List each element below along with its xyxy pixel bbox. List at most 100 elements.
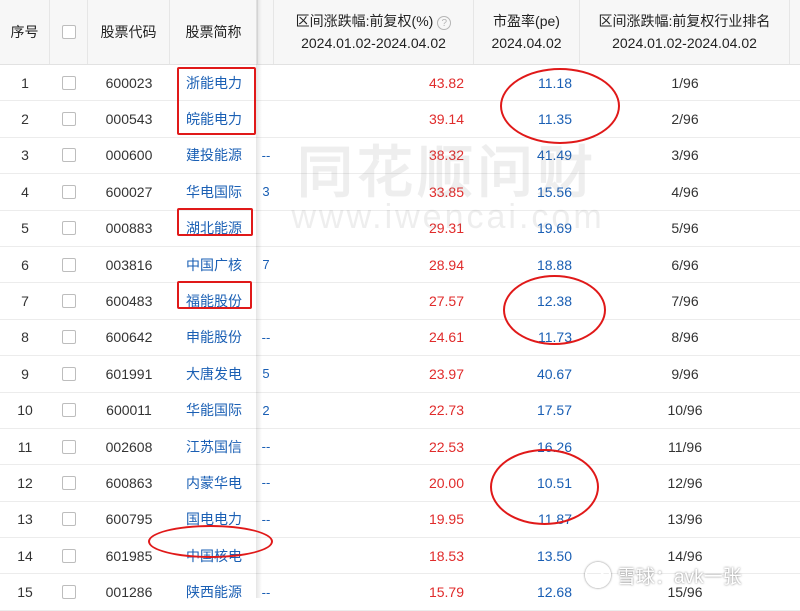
- table-row[interactable]: 2 000543 皖能电力 39.14 11.35 2/96: [0, 101, 800, 138]
- stock-name-cell[interactable]: 陕西能源: [170, 574, 258, 609]
- stock-name-cell[interactable]: 内蒙华电: [170, 465, 258, 500]
- header-rank[interactable]: 区间涨跌幅:前复权行业排名 2024.01.02-2024.04.02: [580, 0, 790, 64]
- stock-name-link[interactable]: 申能股份: [186, 327, 242, 347]
- table-row[interactable]: 5 000883 湖北能源 29.31 19.69 5/96: [0, 211, 800, 247]
- row-checkbox[interactable]: [62, 112, 76, 127]
- pe-ratio-link[interactable]: 11.87: [538, 511, 572, 527]
- table-row[interactable]: 9 601991 大唐发电 5 23.97 40.67 9/96: [0, 356, 800, 393]
- row-select[interactable]: [50, 502, 88, 537]
- table-row[interactable]: 8 600642 申能股份 -- 24.61 11.73 8/96: [0, 320, 800, 357]
- stock-name-cell[interactable]: 皖能电力: [170, 101, 258, 136]
- stock-name-cell[interactable]: 国电电力: [170, 502, 258, 537]
- header-code[interactable]: 股票代码: [88, 0, 170, 64]
- row-checkbox[interactable]: [62, 257, 76, 272]
- pe-ratio-link[interactable]: 11.18: [538, 75, 572, 91]
- table-row[interactable]: 12 600863 内蒙华电 -- 20.00 10.51 12/96: [0, 465, 800, 502]
- stock-name-cell[interactable]: 申能股份: [170, 320, 258, 355]
- stock-name-link[interactable]: 陕西能源: [186, 582, 242, 602]
- pe-ratio-link[interactable]: 41.49: [537, 147, 572, 163]
- pe-ratio-link[interactable]: 11.35: [538, 111, 572, 127]
- pe-ratio[interactable]: 18.88: [474, 247, 580, 282]
- row-select[interactable]: [50, 138, 88, 173]
- pe-ratio[interactable]: 10.51: [474, 465, 580, 500]
- pe-ratio[interactable]: 15.56: [474, 174, 580, 209]
- table-row[interactable]: 7 600483 福能股份 27.57 12.38 7/96: [0, 283, 800, 320]
- pe-ratio-link[interactable]: 15.56: [537, 184, 572, 200]
- pe-ratio[interactable]: 12.38: [474, 283, 580, 318]
- row-checkbox[interactable]: [62, 294, 76, 309]
- pe-ratio[interactable]: 12.68: [474, 574, 580, 609]
- row-select[interactable]: [50, 320, 88, 355]
- pe-ratio[interactable]: 17.57: [474, 393, 580, 428]
- pe-ratio-link[interactable]: 40.67: [537, 366, 572, 382]
- header-select-all[interactable]: [50, 0, 88, 64]
- row-checkbox[interactable]: [62, 475, 76, 490]
- table-row[interactable]: 11 002608 江苏国信 -- 22.53 16.26 11/96: [0, 429, 800, 466]
- row-select[interactable]: [50, 538, 88, 573]
- stock-name-cell[interactable]: 浙能电力: [170, 65, 258, 100]
- table-row[interactable]: 15 001286 陕西能源 -- 15.79 12.68 15/96: [0, 574, 800, 611]
- stock-name-cell[interactable]: 湖北能源: [170, 211, 258, 246]
- table-row[interactable]: 10 600011 华能国际 2 22.73 17.57 10/96: [0, 393, 800, 429]
- header-name[interactable]: 股票简称: [170, 0, 258, 64]
- stock-name-link[interactable]: 湖北能源: [186, 218, 242, 238]
- table-row[interactable]: 6 003816 中国广核 7 28.94 18.88 6/96: [0, 247, 800, 284]
- stock-name-cell[interactable]: 建投能源: [170, 138, 258, 173]
- stock-name-link[interactable]: 华能国际: [186, 400, 242, 420]
- row-checkbox[interactable]: [62, 75, 76, 90]
- stock-name-link[interactable]: 国电电力: [186, 509, 242, 529]
- row-select[interactable]: [50, 356, 88, 391]
- header-pe[interactable]: 市盈率(pe) 2024.04.02: [474, 0, 580, 64]
- row-select[interactable]: [50, 247, 88, 282]
- help-icon[interactable]: ?: [437, 16, 452, 30]
- header-change[interactable]: 区间涨跌幅:前复权(%)? 2024.01.02-2024.04.02: [274, 0, 474, 64]
- stock-name-link[interactable]: 皖能电力: [186, 109, 242, 129]
- pe-ratio-link[interactable]: 17.57: [537, 402, 572, 418]
- pe-ratio-link[interactable]: 13.50: [537, 548, 572, 564]
- row-checkbox[interactable]: [62, 585, 76, 600]
- pe-ratio[interactable]: 11.87: [474, 502, 580, 537]
- row-select[interactable]: [50, 174, 88, 209]
- pe-ratio-link[interactable]: 12.38: [537, 293, 572, 309]
- pe-ratio[interactable]: 16.26: [474, 429, 580, 464]
- row-select[interactable]: [50, 574, 88, 609]
- stock-name-link[interactable]: 浙能电力: [186, 73, 242, 93]
- stock-name-link[interactable]: 建投能源: [186, 145, 242, 165]
- row-checkbox[interactable]: [62, 512, 76, 527]
- pe-ratio-link[interactable]: 18.88: [537, 257, 572, 273]
- pe-ratio-link[interactable]: 16.26: [537, 439, 572, 455]
- stock-name-link[interactable]: 福能股份: [186, 291, 242, 311]
- row-checkbox[interactable]: [62, 221, 76, 236]
- row-select[interactable]: [50, 101, 88, 136]
- row-select[interactable]: [50, 283, 88, 318]
- stock-name-cell[interactable]: 江苏国信: [170, 429, 258, 464]
- stock-name-link[interactable]: 内蒙华电: [186, 473, 242, 493]
- pe-ratio[interactable]: 11.18: [474, 65, 580, 100]
- row-select[interactable]: [50, 393, 88, 428]
- pe-ratio-link[interactable]: 19.69: [537, 220, 572, 236]
- stock-name-cell[interactable]: 大唐发电: [170, 356, 258, 391]
- row-checkbox[interactable]: [62, 184, 76, 199]
- stock-name-cell[interactable]: 福能股份: [170, 283, 258, 318]
- pe-ratio[interactable]: 40.67: [474, 356, 580, 391]
- pe-ratio-link[interactable]: 11.73: [538, 329, 572, 345]
- table-row[interactable]: 4 600027 华电国际 3 33.85 15.56 4/96: [0, 174, 800, 211]
- pe-ratio[interactable]: 13.50: [474, 538, 580, 573]
- row-checkbox[interactable]: [62, 366, 76, 381]
- row-select[interactable]: [50, 429, 88, 464]
- pe-ratio[interactable]: 11.35: [474, 101, 580, 136]
- stock-name-link[interactable]: 江苏国信: [186, 437, 242, 457]
- select-all-checkbox[interactable]: [61, 25, 76, 39]
- stock-name-link[interactable]: 大唐发电: [186, 364, 242, 384]
- stock-name-cell[interactable]: 华能国际: [170, 393, 258, 428]
- row-checkbox[interactable]: [62, 403, 76, 418]
- row-checkbox[interactable]: [62, 330, 76, 345]
- table-row[interactable]: 3 000600 建投能源 -- 38.32 41.49 3/96: [0, 138, 800, 175]
- table-row[interactable]: 1 600023 浙能电力 43.82 11.18 1/96: [0, 65, 800, 102]
- stock-name-cell[interactable]: 中国核电: [170, 538, 258, 573]
- row-checkbox[interactable]: [62, 148, 76, 163]
- pe-ratio[interactable]: 11.73: [474, 320, 580, 355]
- row-checkbox[interactable]: [62, 439, 76, 454]
- table-row[interactable]: 13 600795 国电电力 -- 19.95 11.87 13/96: [0, 502, 800, 539]
- header-index[interactable]: 序号: [0, 0, 50, 64]
